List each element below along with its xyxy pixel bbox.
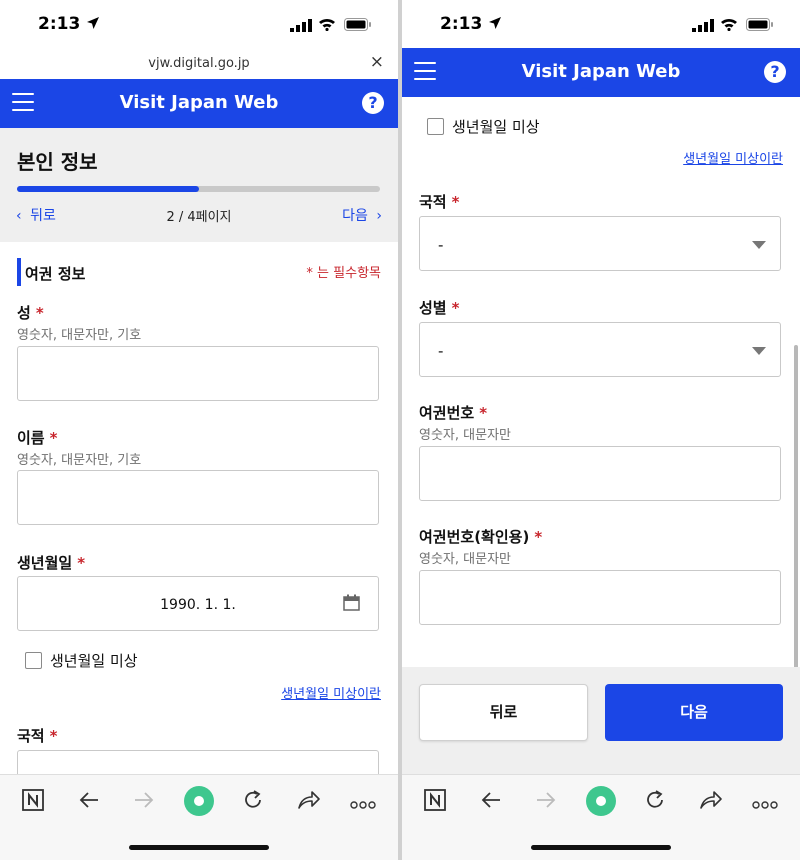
- right-screen: 2:13 Visit Japan Web ? 생년월일 미상 생년월일 미상이란…: [402, 0, 800, 860]
- surname-hint: 영숫자, 대문자만, 기호: [17, 328, 142, 343]
- required-mark: *: [451, 299, 460, 317]
- surname-input[interactable]: [17, 346, 379, 401]
- passport-confirm-input[interactable]: [419, 570, 781, 625]
- app-title: Visit Japan Web: [119, 92, 279, 113]
- gender-select[interactable]: -: [419, 322, 781, 377]
- home-indicator: [129, 845, 269, 850]
- passport-number-hint: 영숫자, 대문자만: [419, 428, 511, 443]
- birthdate-value: 1990. 1. 1.: [160, 597, 236, 613]
- home-circle-icon[interactable]: [585, 785, 617, 821]
- help-icon[interactable]: ?: [362, 92, 384, 114]
- url-text: vjw.digital.go.jp: [148, 56, 250, 71]
- passport-confirm-hint: 영숫자, 대문자만: [419, 552, 511, 567]
- given-name-input[interactable]: [17, 470, 379, 525]
- signal-icon: [692, 19, 714, 32]
- more-icon[interactable]: [350, 795, 376, 814]
- nationality-label: 국적 *: [419, 193, 460, 211]
- required-mark: *: [49, 429, 58, 447]
- calendar-icon[interactable]: [343, 594, 360, 611]
- app-title: Visit Japan Web: [521, 61, 681, 82]
- n-logo-icon[interactable]: [424, 789, 446, 815]
- left-screen: 2:13 vjw.digital.go.jp × Visit Japan Web…: [0, 0, 398, 860]
- dropdown-caret-icon: [752, 347, 766, 355]
- birthdate-label: 생년월일 *: [17, 554, 86, 572]
- next-button[interactable]: 다음: [605, 684, 783, 741]
- next-link[interactable]: 다음 ›: [342, 205, 382, 225]
- birth-unknown-checkbox[interactable]: [25, 652, 42, 669]
- back-arrow-icon[interactable]: [480, 789, 502, 815]
- page-title: 본인 정보: [17, 150, 98, 174]
- wifi-icon: [319, 18, 335, 31]
- home-indicator: [531, 845, 671, 850]
- url-bar[interactable]: vjw.digital.go.jp ×: [0, 50, 398, 79]
- required-mark: *: [534, 528, 543, 546]
- nationality-label: 국적 *: [17, 727, 58, 745]
- given-name-label: 이름 *: [17, 429, 58, 447]
- more-icon[interactable]: [752, 795, 778, 814]
- back-arrow-icon[interactable]: [78, 789, 100, 815]
- app-navbar: Visit Japan Web ?: [402, 48, 800, 97]
- share-icon[interactable]: [297, 789, 321, 815]
- required-mark: *: [77, 554, 86, 572]
- required-mark: *: [35, 304, 44, 322]
- help-icon[interactable]: ?: [764, 61, 786, 83]
- n-logo-icon[interactable]: [22, 789, 44, 815]
- status-bar: 2:13: [0, 0, 398, 50]
- passport-confirm-label: 여권번호(확인용) *: [419, 528, 543, 546]
- location-arrow-icon: [489, 17, 501, 29]
- close-icon[interactable]: ×: [370, 52, 384, 72]
- share-icon[interactable]: [699, 789, 723, 815]
- status-time: 2:13: [440, 14, 483, 34]
- birth-unknown-label: 생년월일 미상: [452, 118, 540, 136]
- reload-icon[interactable]: [242, 789, 264, 815]
- forward-arrow-icon[interactable]: [535, 789, 557, 815]
- gender-value: -: [438, 342, 444, 360]
- reload-icon[interactable]: [644, 789, 666, 815]
- required-mark: *: [451, 193, 460, 211]
- back-button[interactable]: 뒤로: [419, 684, 588, 741]
- passport-number-label: 여권번호 *: [419, 404, 488, 422]
- next-link-label: 다음: [342, 208, 368, 224]
- dropdown-caret-icon: [752, 241, 766, 249]
- gender-label: 성별 *: [419, 299, 460, 317]
- battery-icon: [344, 18, 371, 31]
- form-footer: 뒤로 다음: [402, 667, 800, 774]
- location-arrow-icon: [87, 17, 99, 29]
- birth-unknown-link[interactable]: 생년월일 미상이란: [281, 683, 381, 702]
- nationality-select[interactable]: -: [419, 216, 781, 271]
- required-mark: *: [479, 404, 488, 422]
- birth-unknown-link[interactable]: 생년월일 미상이란: [683, 148, 783, 167]
- nationality-value: -: [438, 236, 444, 254]
- app-navbar: Visit Japan Web ?: [0, 79, 398, 128]
- signal-icon: [290, 19, 312, 32]
- given-name-hint: 영숫자, 대문자만, 기호: [17, 453, 142, 468]
- status-time: 2:13: [38, 14, 81, 34]
- chevron-right-icon: ›: [376, 208, 382, 224]
- birth-unknown-checkbox[interactable]: [427, 118, 444, 135]
- birth-unknown-label: 생년월일 미상: [50, 652, 138, 670]
- home-circle-icon[interactable]: [183, 785, 215, 821]
- section-title: 여권 정보: [25, 265, 86, 283]
- page-header: 본인 정보 ‹ 뒤로 2 / 4페이지 다음 ›: [0, 128, 398, 242]
- wifi-icon: [721, 18, 737, 31]
- progress-fill: [17, 186, 199, 192]
- required-note: * 는 필수항목: [306, 266, 381, 281]
- surname-label: 성 *: [17, 304, 44, 322]
- section-accent-bar: [17, 258, 21, 286]
- passport-number-input[interactable]: [419, 446, 781, 501]
- required-mark: *: [49, 727, 58, 745]
- battery-icon: [746, 18, 773, 31]
- page-indicator: 2 / 4페이지: [166, 210, 232, 225]
- progress-track: [17, 186, 380, 192]
- birthdate-input[interactable]: 1990. 1. 1.: [17, 576, 379, 631]
- status-bar: 2:13: [402, 0, 800, 50]
- forward-arrow-icon[interactable]: [133, 789, 155, 815]
